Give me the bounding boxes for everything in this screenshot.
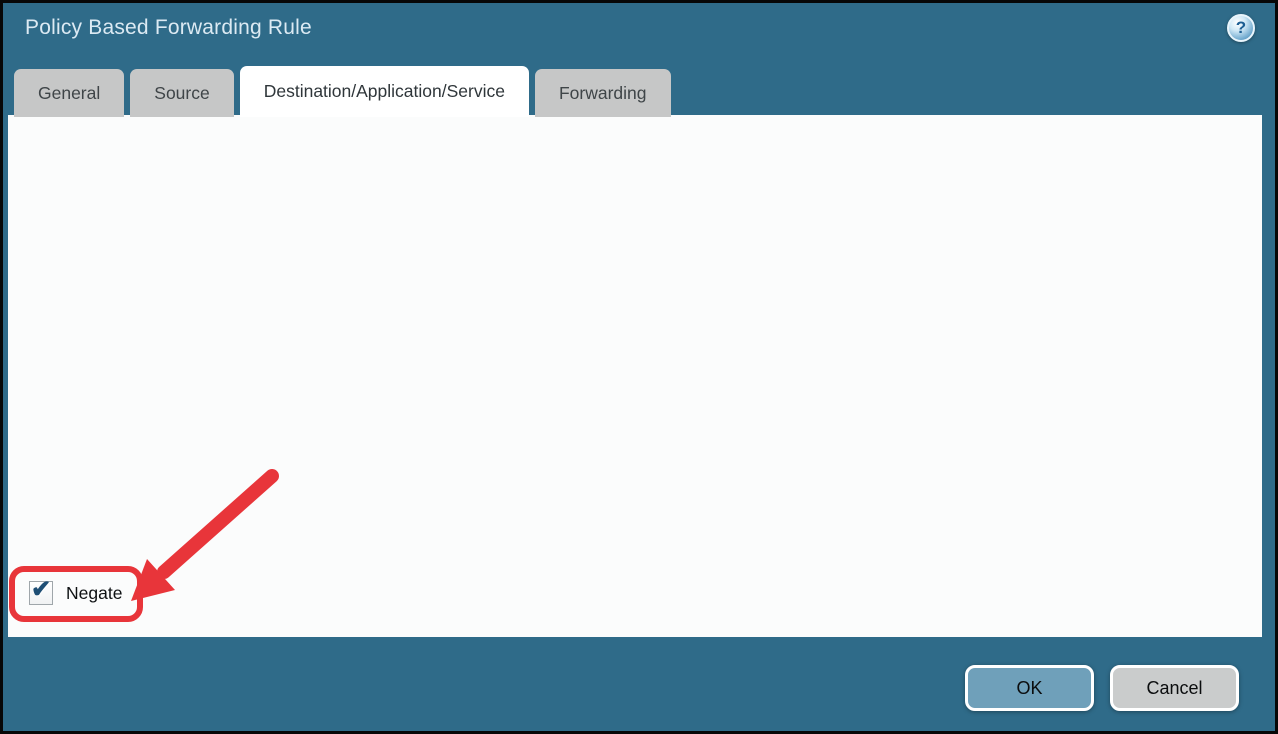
cancel-button[interactable]: Cancel <box>1110 665 1239 711</box>
tab-source[interactable]: Source <box>130 69 233 117</box>
tab-destination-application-service[interactable]: Destination/Application/Service <box>240 66 529 117</box>
help-icon[interactable]: ? <box>1227 14 1255 42</box>
ok-button[interactable]: OK <box>965 665 1094 711</box>
tab-bar: General Source Destination/Application/S… <box>14 66 671 117</box>
page-title: Policy Based Forwarding Rule <box>25 16 312 40</box>
tab-general[interactable]: General <box>14 69 124 117</box>
tab-forwarding[interactable]: Forwarding <box>535 69 671 117</box>
negate-checkbox[interactable] <box>29 581 53 605</box>
tab-content-area <box>8 115 1262 637</box>
negate-label: Negate <box>66 583 122 604</box>
